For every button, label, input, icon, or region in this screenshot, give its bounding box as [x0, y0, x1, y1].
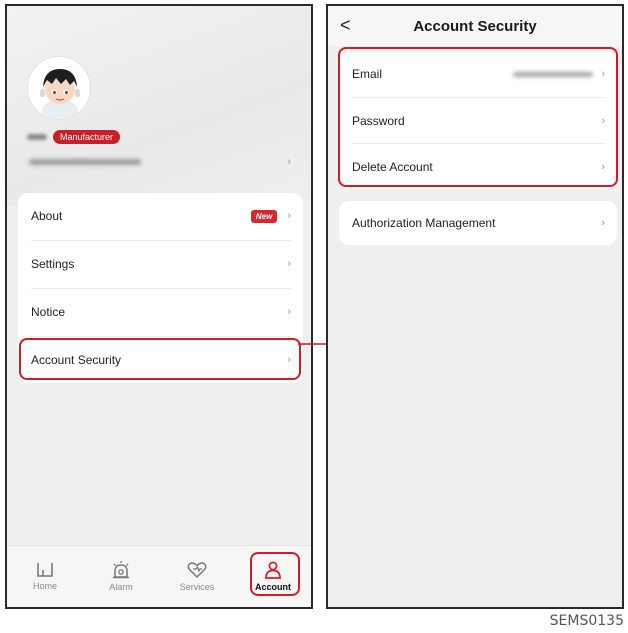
- back-icon[interactable]: <: [340, 15, 351, 36]
- masked-username: [27, 134, 47, 140]
- tab-bar: Home Alarm Services Account: [7, 545, 311, 607]
- menu-item-delete-account[interactable]: Delete Account ›: [339, 144, 617, 190]
- menu-item-label: Password: [352, 114, 405, 128]
- account-screen: Manufacturer › About New › Settings › No…: [5, 4, 313, 609]
- tab-account[interactable]: Account: [235, 546, 311, 607]
- role-badge: Manufacturer: [53, 130, 121, 144]
- menu-card: About New › Settings › Notice › Account …: [18, 193, 303, 383]
- menu-item-about[interactable]: About New ›: [18, 193, 303, 239]
- authorization-card: Authorization Management ›: [339, 201, 617, 245]
- menu-item-label: Authorization Management: [352, 216, 496, 230]
- chevron-right-icon: ›: [287, 210, 291, 222]
- nav-bar: < Account Security: [328, 6, 622, 46]
- tab-label: Account: [255, 582, 291, 592]
- tab-label: Services: [179, 582, 215, 592]
- chevron-right-icon: ›: [601, 115, 605, 127]
- home-icon: [37, 563, 53, 577]
- avatar-illustration: [28, 57, 90, 119]
- masked-email: [29, 159, 141, 165]
- account-security-screen: < Account Security Email › Password › De…: [326, 4, 624, 609]
- masked-email: [513, 71, 594, 77]
- menu-item-label: About: [31, 209, 63, 223]
- tab-home[interactable]: Home: [7, 546, 83, 607]
- chevron-right-icon: ›: [287, 306, 291, 318]
- menu-item-label: Email: [352, 67, 383, 81]
- menu-item-account-security[interactable]: Account Security ›: [18, 337, 303, 383]
- chevron-right-icon[interactable]: ›: [287, 156, 291, 168]
- chevron-right-icon: ›: [287, 354, 291, 366]
- alarm-icon: [113, 561, 129, 579]
- menu-item-settings[interactable]: Settings ›: [18, 241, 303, 287]
- tab-alarm[interactable]: Alarm: [83, 546, 159, 607]
- menu-item-label: Notice: [31, 305, 66, 319]
- chevron-right-icon: ›: [287, 258, 291, 270]
- chevron-right-icon: ›: [601, 68, 605, 80]
- services-heart-icon: [187, 562, 207, 579]
- chevron-right-icon: ›: [601, 217, 605, 229]
- menu-item-authorization-management[interactable]: Authorization Management ›: [339, 201, 617, 245]
- new-badge: New: [250, 209, 278, 223]
- account-icon: [265, 561, 281, 579]
- user-row: Manufacturer: [27, 130, 121, 144]
- tab-label: Alarm: [109, 582, 133, 592]
- tab-label: Home: [32, 581, 57, 591]
- security-card: Email › Password › Delete Account ›: [339, 51, 617, 189]
- menu-item-email[interactable]: Email ›: [339, 51, 617, 97]
- menu-item-password[interactable]: Password ›: [339, 98, 617, 144]
- tab-services[interactable]: Services: [159, 546, 235, 607]
- menu-item-label: Account Security: [31, 353, 122, 367]
- figure-caption: SEMS0135: [549, 613, 624, 629]
- profile-header: Manufacturer ›: [7, 6, 311, 206]
- menu-item-label: Delete Account: [352, 160, 433, 174]
- menu-item-label: Settings: [31, 257, 75, 271]
- chevron-right-icon: ›: [601, 161, 605, 173]
- page-title: Account Security: [413, 17, 537, 35]
- avatar[interactable]: [27, 56, 91, 120]
- menu-item-notice[interactable]: Notice ›: [18, 289, 303, 335]
